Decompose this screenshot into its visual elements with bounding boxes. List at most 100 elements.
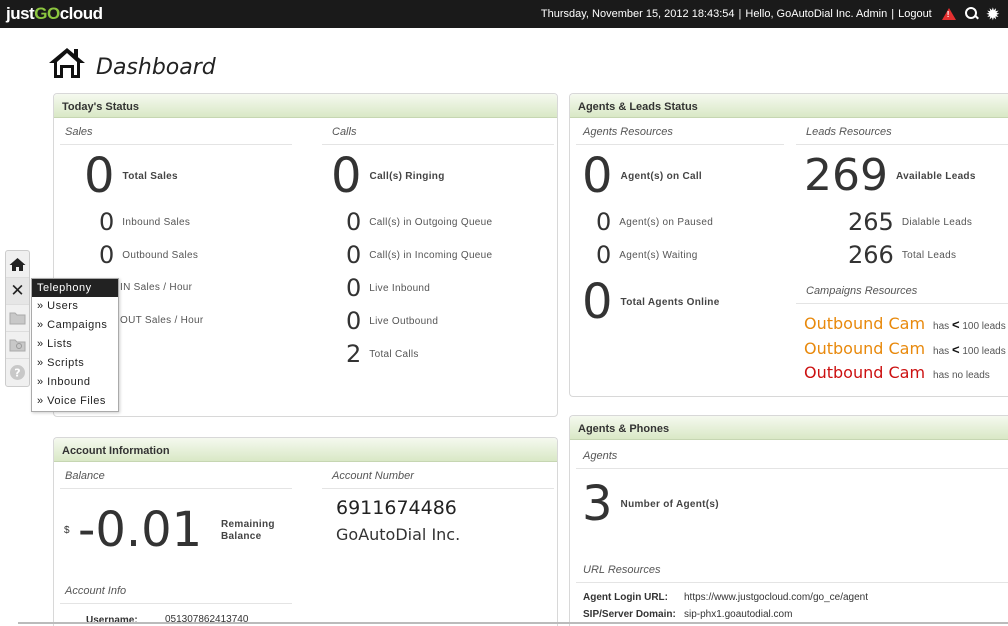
total-calls-label: Total Calls	[369, 348, 419, 360]
submenu-item-scripts[interactable]: » Scripts	[32, 354, 118, 373]
number-of-agents-stat: 3 Number of Agent(s)	[582, 480, 719, 528]
agents-leads-panel: Agents & Leads Status Agents Resources L…	[569, 93, 1008, 397]
company-name: GoAutoDial Inc.	[336, 525, 461, 544]
topbar-right: Thursday, November 15, 2012 18:43:54 | H…	[541, 0, 1000, 28]
sidebar-folder-search-button[interactable]	[6, 332, 29, 359]
available-leads-label: Available Leads	[895, 170, 976, 182]
agents-waiting-label: Agent(s) Waiting	[619, 249, 698, 261]
total-calls-stat: 2 Total Calls	[346, 342, 419, 366]
campaign-row[interactable]: Outbound Cam has < 100 leads	[804, 314, 1006, 333]
divider	[60, 488, 292, 489]
balance-value: -0.01	[78, 502, 203, 558]
campaign-note: has < 100 leads	[933, 317, 1006, 332]
sidebar: ✕ ?	[5, 250, 30, 387]
divider	[576, 468, 1008, 469]
sidebar-tools-button[interactable]: ✕	[6, 278, 29, 305]
submenu-header[interactable]: Telephony	[32, 279, 118, 297]
campaign-row[interactable]: Outbound Cam has < 100 leads	[804, 339, 1006, 358]
balance-label: Balance	[65, 470, 105, 482]
agent-login-url-label: Agent Login URL:	[583, 592, 668, 603]
logout-link[interactable]: Logout	[898, 8, 932, 20]
note-sym: <	[951, 342, 960, 357]
sales-label: Sales	[65, 126, 93, 138]
outbound-sales-stat: 0 Outbound Sales	[99, 243, 198, 267]
divider	[322, 488, 554, 489]
submenu-item-lists[interactable]: » Lists	[32, 335, 118, 354]
incoming-queue-stat: 0 Call(s) in Incoming Queue	[346, 243, 492, 267]
agents-on-call-label: Agent(s) on Call	[620, 170, 703, 182]
divider	[796, 303, 1008, 304]
in-sales-hour-stat: IN Sales / Hour	[112, 282, 192, 293]
logo-text-cloud: cloud	[59, 4, 103, 23]
currency-symbol: $	[64, 525, 70, 536]
agents-paused-label: Agent(s) on Paused	[619, 216, 714, 228]
submenu-item-voice-files[interactable]: » Voice Files	[32, 392, 118, 411]
panel-header: Agents & Leads Status	[570, 94, 1008, 118]
folder-search-icon	[9, 339, 26, 352]
campaign-row[interactable]: Outbound Cam has no leads	[804, 363, 990, 382]
submenu-item-users[interactable]: » Users	[32, 297, 118, 316]
gear-icon[interactable]: ✹	[986, 6, 1000, 23]
agents-waiting-value: 0	[596, 241, 612, 269]
campaign-name[interactable]: Outbound Cam	[804, 314, 925, 333]
folder-icon	[9, 312, 26, 325]
leads-resources-label: Leads Resources	[806, 126, 892, 138]
logo[interactable]: justGOcloud	[6, 4, 103, 24]
note-post: 100 leads	[962, 346, 1006, 357]
telephony-submenu: Telephony » Users » Campaigns » Lists » …	[31, 278, 119, 412]
agents-resources-label: Agents Resources	[583, 126, 673, 138]
help-icon: ?	[10, 365, 25, 380]
calls-label: Calls	[332, 126, 357, 138]
divider	[60, 603, 292, 604]
search-icon[interactable]	[964, 6, 980, 22]
note-sym: <	[951, 317, 960, 332]
home-icon	[9, 257, 26, 271]
agents-on-call-stat: 0 Agent(s) on Call	[582, 152, 702, 200]
divider	[796, 144, 1008, 145]
total-agents-online-value: 0	[582, 274, 613, 330]
calls-ringing-stat: 0 Call(s) Ringing	[331, 152, 445, 200]
dialable-leads-label: Dialable Leads	[901, 216, 973, 228]
logo-text-go: GO	[34, 4, 60, 23]
campaigns-resources-label: Campaigns Resources	[806, 285, 918, 297]
divider	[576, 144, 784, 145]
sidebar-folder-button[interactable]	[6, 305, 29, 332]
submenu-item-inbound[interactable]: » Inbound	[32, 373, 118, 392]
total-leads-value: 266	[848, 241, 894, 269]
campaign-name[interactable]: Outbound Cam	[804, 339, 925, 358]
account-info-label: Account Info	[65, 585, 127, 597]
logo-text-just: just	[6, 4, 35, 23]
total-sales-label: Total Sales	[122, 170, 178, 182]
number-of-agents-label: Number of Agent(s)	[620, 498, 719, 510]
total-calls-value: 2	[346, 340, 362, 368]
live-inbound-label: Live Inbound	[369, 282, 431, 294]
total-leads-label: Total Leads	[901, 249, 957, 261]
sidebar-home-button[interactable]	[6, 251, 29, 278]
separator: |	[891, 8, 895, 20]
submenu-item-campaigns[interactable]: » Campaigns	[32, 316, 118, 335]
note-pre: has	[933, 321, 950, 332]
outgoing-queue-value: 0	[346, 208, 362, 236]
campaign-note: has no leads	[933, 370, 990, 381]
top-bar: justGOcloud Thursday, November 15, 2012 …	[0, 0, 1008, 28]
agents-label: Agents	[583, 450, 618, 462]
available-leads-stat: 269 Available Leads	[804, 154, 976, 198]
panel-header: Today's Status	[54, 94, 557, 118]
datetime: Thursday, November 15, 2012 18:43:54	[540, 8, 735, 20]
separator: |	[738, 8, 742, 20]
campaign-name[interactable]: Outbound Cam	[804, 363, 925, 382]
remaining-label-1: Remaining	[221, 519, 275, 530]
sip-server-value: sip-phx1.goautodial.com	[684, 609, 793, 620]
warning-icon[interactable]	[941, 8, 956, 20]
inbound-sales-value: 0	[99, 208, 115, 236]
sip-server-label: SIP/Server Domain:	[583, 609, 676, 620]
sidebar-help-button[interactable]: ?	[6, 359, 29, 386]
agents-waiting-stat: 0 Agent(s) Waiting	[596, 243, 698, 267]
username-label: Username:	[86, 615, 138, 626]
agent-login-url[interactable]: https://www.justgocloud.com/go_ce/agent	[684, 592, 868, 603]
page-title: Dashboard	[96, 55, 216, 80]
incoming-queue-label: Call(s) in Incoming Queue	[369, 249, 493, 261]
in-sales-hour-label: IN Sales / Hour	[120, 282, 193, 293]
todays-status-panel: Today's Status Sales Calls 0 Total Sales…	[53, 93, 558, 417]
total-sales-value: 0	[84, 148, 115, 204]
